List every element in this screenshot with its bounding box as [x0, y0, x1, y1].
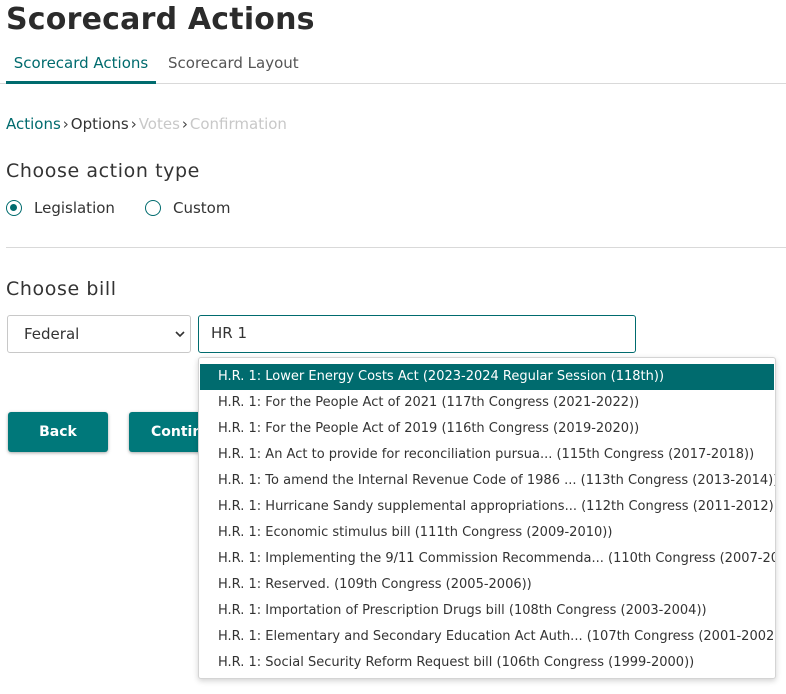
breadcrumb-separator: ›	[130, 115, 137, 133]
bill-suggestion-item[interactable]: H.R. 1: Importation of Prescription Drug…	[199, 598, 775, 624]
bill-suggestion-item[interactable]: H.R. 1: Elementary and Secondary Educati…	[199, 624, 775, 650]
bill-suggestion-item[interactable]: H.R. 1: To amend the Internal Revenue Co…	[199, 468, 775, 494]
bill-suggestions-dropdown: H.R. 1: Lower Energy Costs Act (2023-202…	[198, 357, 776, 679]
breadcrumb-separator: ›	[181, 115, 188, 133]
chevron-down-icon	[175, 316, 185, 352]
jurisdiction-select[interactable]: Federal	[7, 315, 191, 353]
back-button[interactable]: Back	[8, 412, 108, 452]
bill-suggestion-item[interactable]: H.R. 1: Implementing the 9/11 Commission…	[199, 546, 775, 572]
breadcrumb-options: Options	[70, 115, 129, 133]
radio-custom[interactable]	[145, 200, 161, 216]
bill-heading: Choose bill	[6, 278, 117, 300]
bill-suggestion-item[interactable]: H.R. 1: Reserved. (109th Congress (2005-…	[199, 572, 775, 598]
bill-suggestion-item[interactable]: H.R. 1: Hurricane Sandy supplemental app…	[199, 494, 775, 520]
tab-scorecard-layout[interactable]: Scorecard Layout	[168, 54, 299, 84]
jurisdiction-select-value: Federal	[24, 325, 80, 343]
bill-suggestion-item[interactable]: H.R. 1: Social Security Reform Request b…	[199, 650, 775, 676]
breadcrumb-votes: Votes	[138, 115, 180, 133]
tab-scorecard-actions[interactable]: Scorecard Actions	[6, 54, 156, 84]
section-divider	[6, 247, 786, 248]
radio-legislation[interactable]	[6, 200, 22, 216]
radio-legislation-label: Legislation	[34, 199, 115, 217]
bill-suggestion-item[interactable]: H.R. 1: Lower Energy Costs Act (2023-202…	[200, 364, 774, 390]
bill-suggestion-item[interactable]: H.R. 1: Economic stimulus bill (111th Co…	[199, 520, 775, 546]
action-type-heading: Choose action type	[6, 160, 200, 182]
breadcrumb: Actions › Options › Votes › Confirmation	[6, 114, 287, 134]
tab-bar: Scorecard Actions Scorecard Layout	[0, 48, 786, 84]
breadcrumb-separator: ›	[62, 115, 69, 133]
breadcrumb-actions[interactable]: Actions	[6, 115, 61, 133]
bill-suggestion-item[interactable]: H.R. 1: For the People Act of 2019 (116t…	[199, 416, 775, 442]
bill-suggestion-item[interactable]: H.R. 1: An Act to provide for reconcilia…	[199, 442, 775, 468]
breadcrumb-confirmation: Confirmation	[189, 115, 287, 133]
bill-search-input[interactable]: HR 1	[198, 315, 636, 353]
page-title: Scorecard Actions	[6, 2, 315, 37]
radio-custom-label: Custom	[173, 199, 231, 217]
bill-suggestion-item[interactable]: H.R. 1: For the People Act of 2021 (117t…	[199, 390, 775, 416]
